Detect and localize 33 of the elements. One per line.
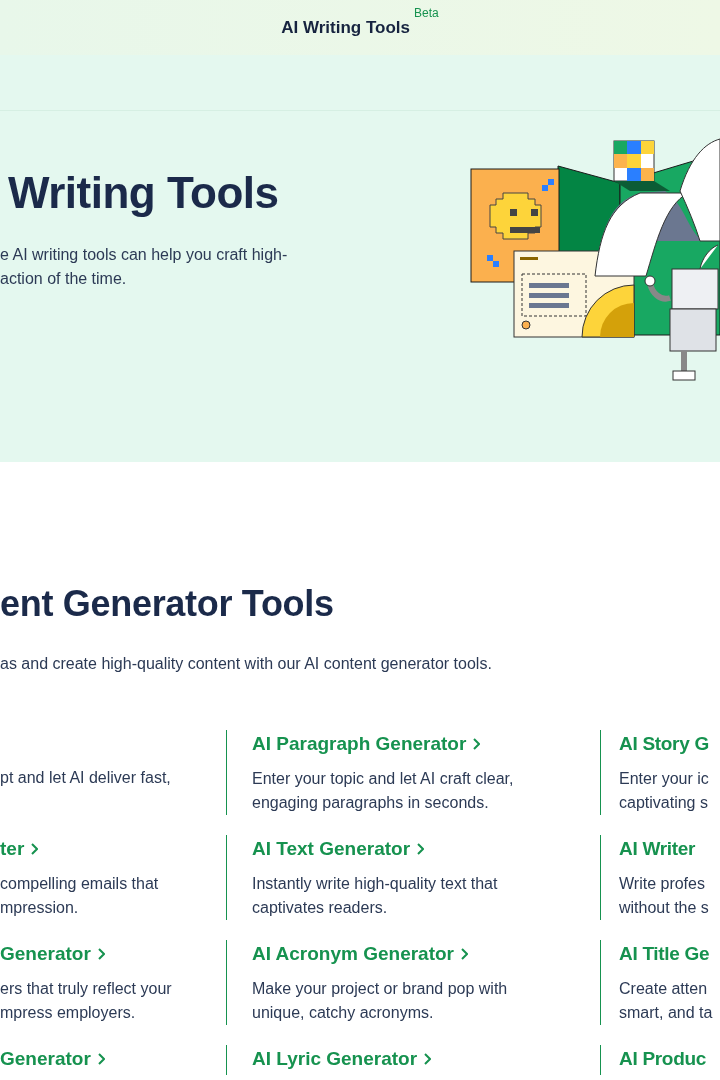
tool-description: Write profes without the s: [619, 874, 710, 918]
tool-link[interactable]: AI Text Generator: [252, 837, 425, 861]
tool-link[interactable]: Generator: [0, 1047, 105, 1071]
tool-description: Create atten smart, and ta: [619, 979, 714, 1023]
tool-description: ers that truly reflect your mpress employers.: [0, 979, 173, 1023]
chevron-right-icon: [461, 948, 468, 960]
page-title: AI Writing Tools: [281, 16, 411, 39]
chevron-right-icon: [31, 843, 39, 855]
section-description: as and create high-quality content with our AI content generator tools.: [0, 654, 493, 674]
chevron-right-icon: [417, 843, 425, 855]
tool-description: compelling emails that mpression.: [0, 874, 160, 918]
tool-link[interactable]: Generator: [0, 942, 105, 966]
tool-description: Enter your ic captivating s: [619, 769, 710, 813]
tool-description: Enter your topic and let AI craft clear, engaging paragraphs in seconds.: [252, 769, 515, 813]
tool-link[interactable]: AI Produc: [619, 1047, 707, 1071]
section-heading: ent Generator Tools: [0, 582, 335, 626]
tool-description: Make your project or brand pop with unique, catchy acronyms.: [252, 979, 509, 1023]
beta-label: Beta: [414, 4, 439, 22]
chevron-right-icon: [97, 948, 105, 960]
chevron-right-icon: [424, 1053, 432, 1065]
tool-link[interactable]: AI Writer: [619, 837, 696, 861]
chevron-right-icon: [97, 1053, 105, 1065]
tool-link[interactable]: AI Story G: [619, 732, 709, 756]
tool-link[interactable]: AI Lyric Generator: [252, 1047, 432, 1071]
hero-description: e AI writing tools can help you craft high-action of the time.: [0, 245, 289, 289]
tool-description: Instantly write high-quality text that captivates readers.: [252, 874, 499, 918]
tool-link[interactable]: AI Title Ge: [619, 942, 710, 966]
tool-link[interactable]: AI Paragraph Generator: [252, 732, 481, 756]
tool-link[interactable]: AI Acronym Generator: [252, 942, 468, 966]
tool-description: pt and let AI deliver fast,: [0, 768, 172, 788]
chevron-right-icon: [473, 738, 481, 750]
hero-heading: Writing Tools: [8, 167, 280, 219]
tool-link[interactable]: ter: [0, 837, 39, 861]
